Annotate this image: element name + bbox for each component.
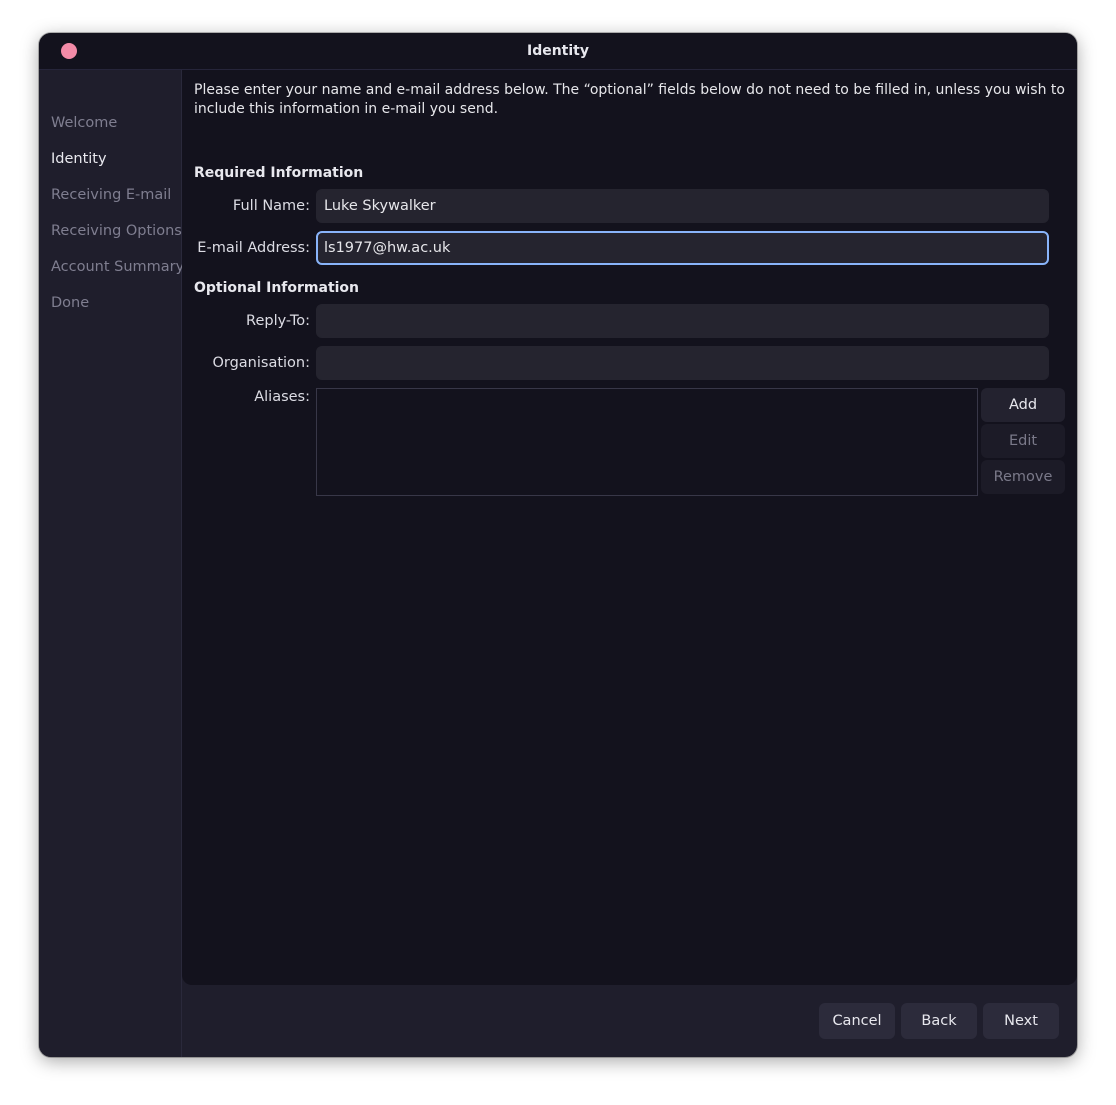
sidebar-item-done[interactable]: Done <box>51 293 89 313</box>
assistant-window: Identity Welcome Identity Receiving E-ma… <box>39 33 1077 1057</box>
remove-alias-button[interactable]: Remove <box>981 460 1065 494</box>
window-title: Identity <box>526 43 589 59</box>
full-name-input[interactable] <box>316 189 1049 223</box>
reply-to-input[interactable] <box>316 304 1049 338</box>
sidebar-item-account-summary[interactable]: Account Summary <box>51 257 184 277</box>
sidebar-item-receiving-options[interactable]: Receiving Options <box>51 221 182 241</box>
reply-to-label: Reply-To: <box>246 313 310 329</box>
next-button[interactable]: Next <box>983 1003 1059 1039</box>
organisation-input[interactable] <box>316 346 1049 380</box>
aliases-label: Aliases: <box>254 389 310 405</box>
edit-alias-button[interactable]: Edit <box>981 424 1065 458</box>
sidebar-item-receiving-email[interactable]: Receiving E-mail <box>51 185 171 205</box>
sidebar-item-identity[interactable]: Identity <box>51 149 107 169</box>
optional-information-header: Optional Information <box>194 280 360 296</box>
email-address-input[interactable] <box>316 231 1049 265</box>
organisation-label: Organisation: <box>212 355 310 371</box>
add-alias-button[interactable]: Add <box>981 388 1065 422</box>
sidebar-item-welcome[interactable]: Welcome <box>51 113 117 133</box>
intro-text: Please enter your name and e-mail addres… <box>194 82 1065 117</box>
identity-page: Please enter your name and e-mail addres… <box>182 70 1077 985</box>
required-information-header: Required Information <box>194 165 364 181</box>
aliases-list[interactable] <box>316 388 978 496</box>
sidebar: Welcome Identity Receiving E-mail Receiv… <box>39 70 184 1057</box>
back-button[interactable]: Back <box>901 1003 977 1039</box>
email-address-label: E-mail Address: <box>197 240 310 256</box>
full-name-label: Full Name: <box>232 198 310 214</box>
titlebar: Identity <box>39 33 1077 70</box>
cancel-button[interactable]: Cancel <box>819 1003 895 1039</box>
